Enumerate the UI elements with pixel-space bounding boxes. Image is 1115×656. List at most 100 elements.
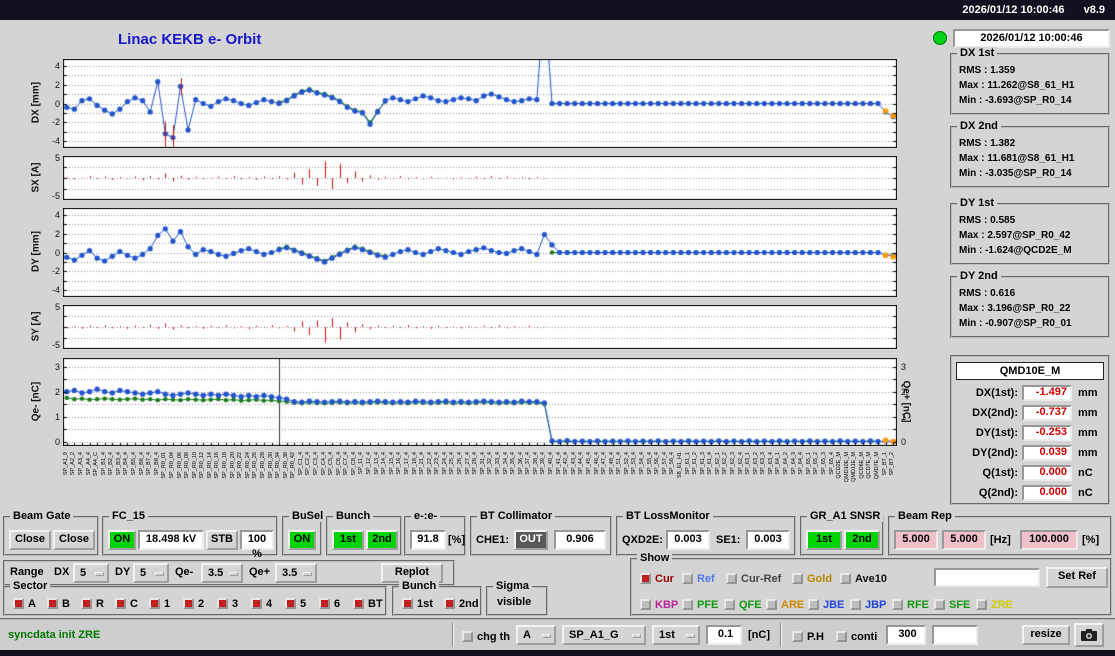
checkbox-indicator[interactable] xyxy=(217,598,228,609)
checkbox-indicator[interactable] xyxy=(840,573,851,584)
checkbox-indicator[interactable] xyxy=(13,598,24,609)
show-checkbox-kbp[interactable]: KBP xyxy=(640,596,678,612)
range-dx-select[interactable]: 5 xyxy=(73,563,109,583)
checkbox-indicator[interactable] xyxy=(808,599,819,610)
show-checkbox-pfe[interactable]: PFE xyxy=(682,596,718,612)
range-qem-select[interactable]: 3.5 xyxy=(201,563,243,583)
fc15-stb-button[interactable]: STB xyxy=(206,530,238,550)
checkbox-indicator[interactable] xyxy=(836,631,847,642)
checkbox-indicator[interactable] xyxy=(766,599,777,610)
x-axis-label: SP_A3_4 xyxy=(77,452,84,476)
checkbox-indicator[interactable] xyxy=(640,599,651,610)
range-dy-select[interactable]: 5 xyxy=(133,563,169,583)
x-axis-label: SP_14_4 xyxy=(381,452,388,475)
sigma-title: Sigma xyxy=(493,580,533,592)
ph-checkbox[interactable]: P.H xyxy=(792,628,824,644)
checkbox-indicator[interactable] xyxy=(115,598,126,609)
ref-name-input[interactable] xyxy=(934,568,1040,587)
chg-th-checkbox[interactable]: chg th xyxy=(462,628,510,644)
checkbox-indicator[interactable] xyxy=(850,599,861,610)
show-checkbox-zre[interactable]: ZRE xyxy=(976,596,1013,612)
sector-checkbox-6[interactable]: 6 xyxy=(319,595,340,611)
checkbox-indicator[interactable] xyxy=(792,631,803,642)
checkbox-indicator[interactable] xyxy=(792,573,803,584)
interval-input[interactable]: 300 xyxy=(886,625,926,645)
checkbox-indicator[interactable] xyxy=(640,573,651,584)
bunch-checkbox-2nd[interactable]: 2nd xyxy=(444,595,479,611)
beam-gate-close-button-1[interactable]: Close xyxy=(9,530,51,550)
x-axis-label: SP_B1_4 xyxy=(100,452,107,476)
sector-checkbox-c[interactable]: C xyxy=(115,595,138,611)
checkbox-indicator[interactable] xyxy=(251,598,262,609)
fc15-on-button[interactable]: ON xyxy=(108,530,136,550)
checkbox-indicator[interactable] xyxy=(353,598,364,609)
checkbox-indicator[interactable] xyxy=(724,599,735,610)
checkbox-indicator[interactable] xyxy=(444,598,455,609)
bunch-2nd-button[interactable]: 2nd xyxy=(366,530,398,550)
show-checkbox-jbe[interactable]: JBE xyxy=(808,596,844,612)
checkbox-indicator[interactable] xyxy=(934,599,945,610)
range-qep-select[interactable]: 3.5 xyxy=(275,563,317,583)
checkbox-indicator[interactable] xyxy=(976,599,987,610)
sector-checkbox-2[interactable]: 2 xyxy=(183,595,204,611)
show-checkbox-gold[interactable]: Gold xyxy=(792,570,832,586)
checkbox-indicator[interactable] xyxy=(402,598,413,609)
checkbox-indicator[interactable] xyxy=(682,573,693,584)
show-checkbox-sfe[interactable]: SFE xyxy=(934,596,970,612)
gr-a1-2nd-button[interactable]: 2nd xyxy=(844,530,880,550)
show-checkbox-cur-ref[interactable]: Cur-Ref xyxy=(726,570,781,586)
checkbox-indicator[interactable] xyxy=(149,598,160,609)
sector-checkbox-r[interactable]: R xyxy=(81,595,104,611)
resize-button[interactable]: resize xyxy=(1022,625,1070,645)
checkbox-label: KBP xyxy=(655,599,679,611)
sector-checkbox-b[interactable]: B xyxy=(47,595,70,611)
monitor-device-select[interactable]: QMD10E_M xyxy=(956,362,1104,380)
camera-icon xyxy=(1081,629,1097,641)
sigma-group: Sigma visible xyxy=(486,580,548,616)
busel-on-button[interactable]: ON xyxy=(288,530,316,550)
checkbox-indicator[interactable] xyxy=(47,598,58,609)
checkbox-indicator[interactable] xyxy=(462,631,473,642)
sector-checkbox-a[interactable]: A xyxy=(13,595,36,611)
stat-min: Min : -1.624@QCD2E_M xyxy=(959,245,1072,256)
bunch-th-select[interactable]: 1st xyxy=(652,625,700,645)
sector-checkbox-1[interactable]: 1 xyxy=(149,595,170,611)
bpm-select[interactable]: SP_A1_G xyxy=(562,625,646,645)
x-axis-label: SP_B4_4 xyxy=(123,452,130,476)
show-checkbox-qfe[interactable]: QFE xyxy=(724,596,762,612)
show-checkbox-are[interactable]: ARE xyxy=(766,596,804,612)
gr-a1-1st-button[interactable]: 1st xyxy=(806,530,842,550)
status-message: syncdata init ZRE xyxy=(8,629,101,641)
checkbox-indicator[interactable] xyxy=(892,599,903,610)
set-ref-button[interactable]: Set Ref xyxy=(1046,567,1108,588)
show-checkbox-ave10[interactable]: Ave10 xyxy=(840,570,887,586)
checkbox-indicator[interactable] xyxy=(183,598,194,609)
camera-button[interactable] xyxy=(1074,623,1104,647)
sector-checkbox-bt[interactable]: BT xyxy=(353,595,383,611)
conti-checkbox[interactable]: conti xyxy=(836,628,877,644)
sector-checkbox-5[interactable]: 5 xyxy=(285,595,306,611)
beam-gate-close-button-2[interactable]: Close xyxy=(53,530,95,550)
x-axis-label: SP_62_2 xyxy=(722,452,729,475)
sector-checkbox-4[interactable]: 4 xyxy=(251,595,272,611)
sector-checkbox-3[interactable]: 3 xyxy=(217,595,238,611)
checkbox-indicator[interactable] xyxy=(726,573,737,584)
checkbox-indicator[interactable] xyxy=(81,598,92,609)
aux-input[interactable] xyxy=(932,625,978,645)
che1-out-button[interactable]: OUT xyxy=(514,530,548,550)
sector-a-select[interactable]: A xyxy=(516,625,556,645)
checkbox-indicator[interactable] xyxy=(285,598,296,609)
show-checkbox-ref[interactable]: Ref xyxy=(682,570,715,586)
sector-group: Sector A B R C 1 2 3 4 5 6 BT xyxy=(3,580,387,616)
show-checkbox-cur[interactable]: Cur xyxy=(640,570,674,586)
x-axis-label: SP_64_3 xyxy=(790,452,797,475)
monitor-row-label: DX(2nd): xyxy=(972,407,1018,419)
bunch-1st-button[interactable]: 1st xyxy=(332,530,364,550)
show-checkbox-rfe[interactable]: RFE xyxy=(892,596,929,612)
bunch-checkbox-1st[interactable]: 1st xyxy=(402,595,433,611)
threshold-input[interactable]: 0.1 xyxy=(706,625,742,645)
show-checkbox-jbp[interactable]: JBP xyxy=(850,596,886,612)
checkbox-indicator[interactable] xyxy=(319,598,330,609)
checkbox-indicator[interactable] xyxy=(682,599,693,610)
busel-group: BuSel ON xyxy=(282,510,327,556)
